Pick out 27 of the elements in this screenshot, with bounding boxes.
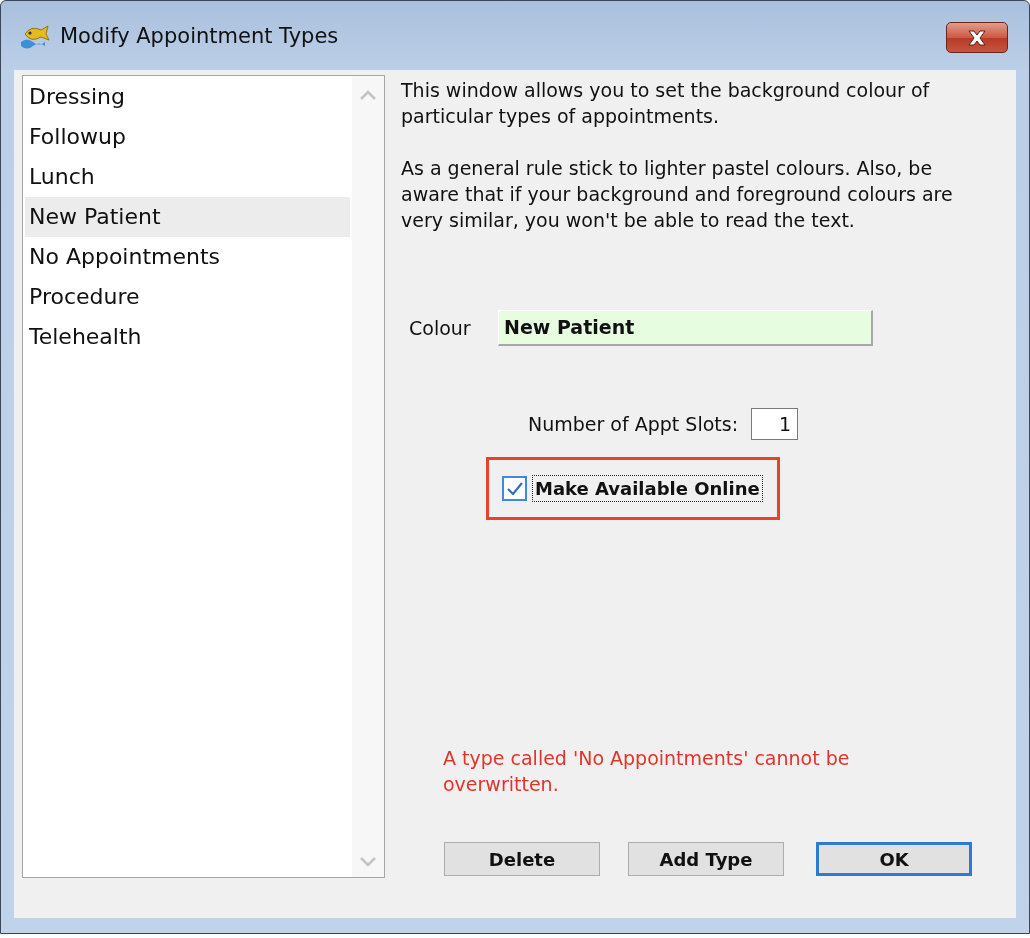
checkmark-icon: [506, 482, 523, 495]
slots-label: Number of Appt Slots:: [528, 413, 739, 435]
online-checkbox[interactable]: [502, 476, 527, 501]
colour-label: Colour: [409, 317, 472, 339]
list-item[interactable]: Lunch: [25, 157, 350, 197]
chevron-down-icon[interactable]: [360, 857, 376, 867]
list-item[interactable]: New Patient: [25, 197, 350, 237]
online-checkbox-label[interactable]: Make Available Online: [532, 475, 763, 502]
error-message: A type called 'No Appointments' cannot be overwritten.: [443, 746, 851, 797]
dialog-button[interactable]: Add Type: [628, 842, 784, 876]
colour-field[interactable]: New Patient: [498, 310, 873, 346]
list-item[interactable]: Procedure: [25, 277, 350, 317]
window-title: Modify Appointment Types: [60, 23, 339, 48]
close-button[interactable]: [946, 22, 1008, 53]
scrollbar[interactable]: [352, 76, 384, 877]
dialog-button[interactable]: Delete: [444, 842, 600, 876]
dialog-button[interactable]: OK: [816, 842, 972, 876]
list-item[interactable]: Telehealth: [25, 317, 350, 357]
list-item[interactable]: Followup: [25, 117, 350, 157]
list-item[interactable]: No Appointments: [25, 237, 350, 277]
list-item[interactable]: Dressing: [25, 77, 350, 117]
chevron-up-icon[interactable]: [360, 90, 376, 100]
types-listbox[interactable]: Dressing Followup Lunch New Patient No Appointments Procedure Telehealth: [22, 75, 385, 878]
description-text: As a general rule stick to lighter pastel colours. Also, be aware that if your background and foreground colours are very similar, you won't be able to read the text.: [401, 156, 954, 233]
close-icon: [966, 29, 988, 46]
description-text: This window allows you to set the background colour of particular types of appointments.: [401, 78, 931, 129]
slots-input[interactable]: 1: [751, 408, 799, 440]
